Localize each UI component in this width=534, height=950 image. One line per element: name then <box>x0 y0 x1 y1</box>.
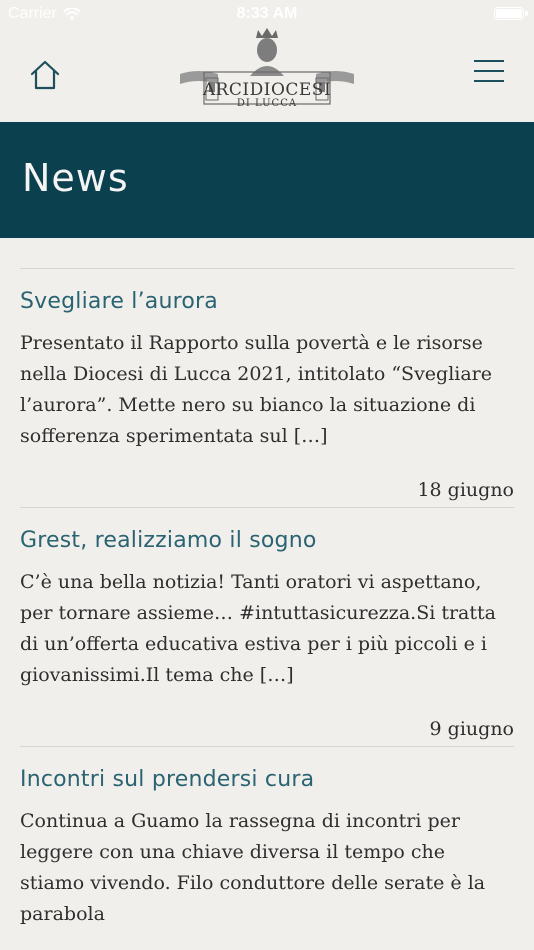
home-icon <box>30 60 60 90</box>
clock: 8:33 AM <box>236 5 298 22</box>
news-title[interactable]: Svegliare l’aurora <box>20 289 514 314</box>
page-banner: News <box>0 122 534 238</box>
status-bar: Carrier 8:33 AM <box>0 0 534 28</box>
news-excerpt: Continua a Guamo la rassegna di incontri… <box>20 810 486 925</box>
news-item[interactable]: Svegliare l’aurora Presentato il Rapport… <box>20 268 514 507</box>
logo-title: ARCIDIOCESI <box>202 80 332 100</box>
news-title[interactable]: Incontri sul prendersi cura <box>20 767 514 792</box>
news-date: 9 giugno <box>429 718 514 740</box>
menu-button[interactable] <box>474 60 504 86</box>
news-excerpt: C’è una bella notizia! Tanti oratori vi … <box>20 571 496 686</box>
news-item[interactable]: Incontri sul prendersi cura Continua a G… <box>20 746 514 930</box>
logo-subtitle: DI LUCCA <box>236 98 298 109</box>
news-date: 18 giugno <box>417 479 514 501</box>
page-title: News <box>22 156 129 200</box>
news-item[interactable]: Grest, realizziamo il sogno C’è una bell… <box>20 507 514 746</box>
app-header: ARCIDIOCESI DI LUCCA <box>0 28 534 122</box>
diocese-logo[interactable]: ARCIDIOCESI DI LUCCA <box>178 28 356 114</box>
news-title[interactable]: Grest, realizziamo il sogno <box>20 528 514 553</box>
news-list: Svegliare l’aurora Presentato il Rapport… <box>20 268 514 930</box>
hamburger-menu-icon <box>474 60 504 82</box>
home-button[interactable] <box>28 58 62 92</box>
news-excerpt: Presentato il Rapporto sulla povertà e l… <box>20 332 493 447</box>
battery-icon <box>494 7 528 20</box>
